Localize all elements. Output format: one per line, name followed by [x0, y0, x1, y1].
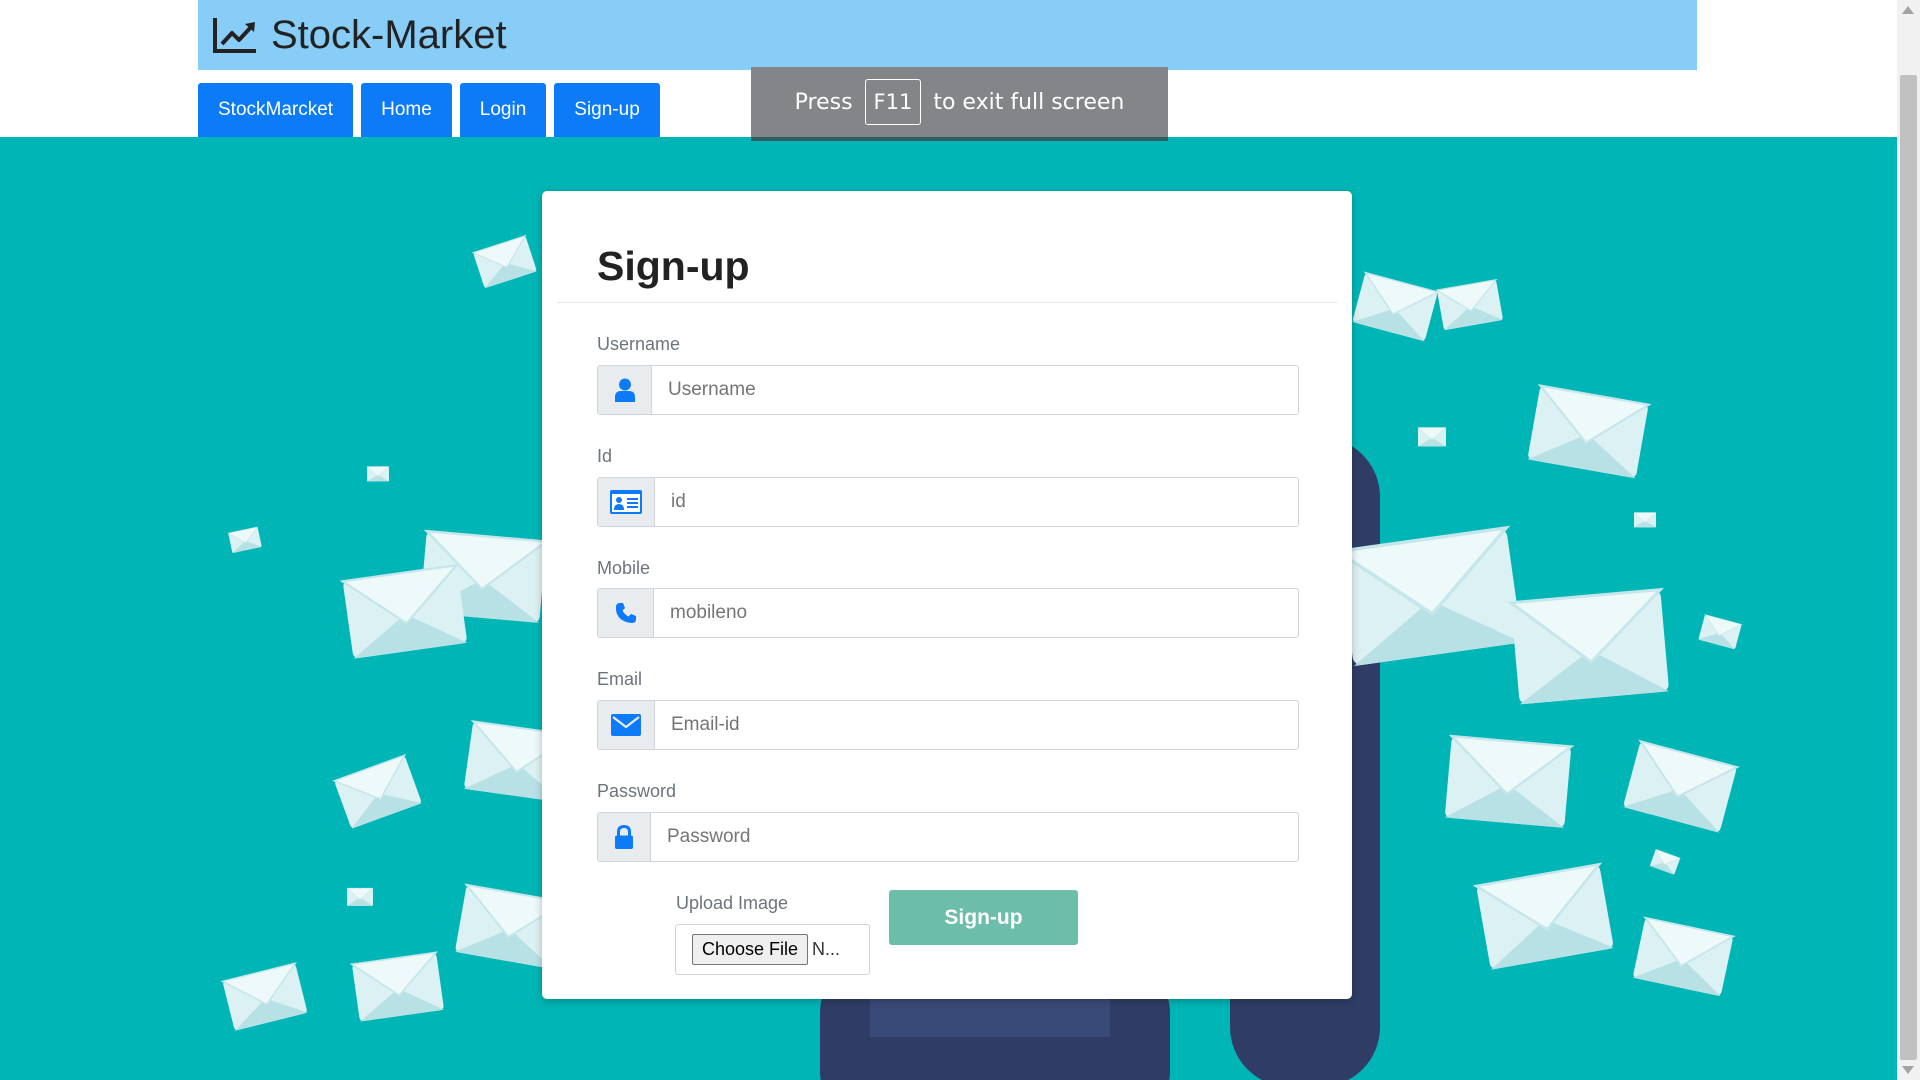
- scroll-down-arrow-icon[interactable]: [1902, 1066, 1914, 1074]
- mobile-group: [597, 588, 1299, 638]
- username-label: Username: [597, 334, 681, 354]
- toast-text-after: to exit full screen: [933, 89, 1125, 115]
- file-status-text: N...: [812, 939, 841, 959]
- file-upload-field: Choose File N...: [675, 924, 870, 975]
- mobile-input[interactable]: [654, 589, 1298, 637]
- title-divider: [557, 302, 1337, 303]
- brand-header: Stock-Market: [198, 0, 1697, 70]
- fullscreen-toast: Press F11 to exit full screen: [751, 67, 1168, 141]
- toast-text-before: Press: [794, 89, 853, 115]
- id-label: Id: [597, 446, 613, 466]
- form-title: Sign-up: [597, 243, 750, 289]
- choose-file-button[interactable]: Choose File: [692, 934, 809, 965]
- nav-bar: StockMarcket Home Login Sign-up: [198, 83, 660, 137]
- id-input[interactable]: [655, 478, 1298, 526]
- upload-image-label: Upload Image: [676, 893, 789, 913]
- id-group: [597, 477, 1299, 527]
- envelope-icon: [598, 701, 655, 749]
- username-input[interactable]: [652, 366, 1298, 414]
- password-group: [597, 812, 1299, 862]
- password-input[interactable]: [651, 813, 1298, 861]
- scroll-up-arrow-icon[interactable]: [1902, 6, 1914, 14]
- scroll-thumb[interactable]: [1900, 75, 1917, 1060]
- nav-login[interactable]: Login: [459, 83, 547, 137]
- user-icon: [598, 366, 652, 414]
- email-input[interactable]: [655, 701, 1298, 749]
- vertical-scrollbar[interactable]: [1897, 0, 1920, 1080]
- password-label: Password: [597, 781, 677, 801]
- email-label: Email: [597, 669, 643, 689]
- phone-icon: [598, 589, 654, 637]
- signup-card: Sign-up Username Id Mobile Email: [542, 191, 1352, 999]
- lock-icon: [598, 813, 651, 861]
- nav-signup[interactable]: Sign-up: [554, 83, 660, 137]
- signup-submit-button[interactable]: Sign-up: [889, 890, 1078, 945]
- nav-home[interactable]: Home: [361, 83, 452, 137]
- email-group: [597, 700, 1299, 750]
- username-group: [597, 365, 1299, 415]
- toast-key: F11: [864, 79, 922, 125]
- brand-title: Stock-Market: [271, 12, 507, 57]
- nav-stockmarcket[interactable]: StockMarcket: [198, 83, 354, 137]
- mobile-label: Mobile: [597, 558, 651, 578]
- line-chart-icon: [213, 18, 256, 53]
- id-card-icon: [598, 478, 655, 526]
